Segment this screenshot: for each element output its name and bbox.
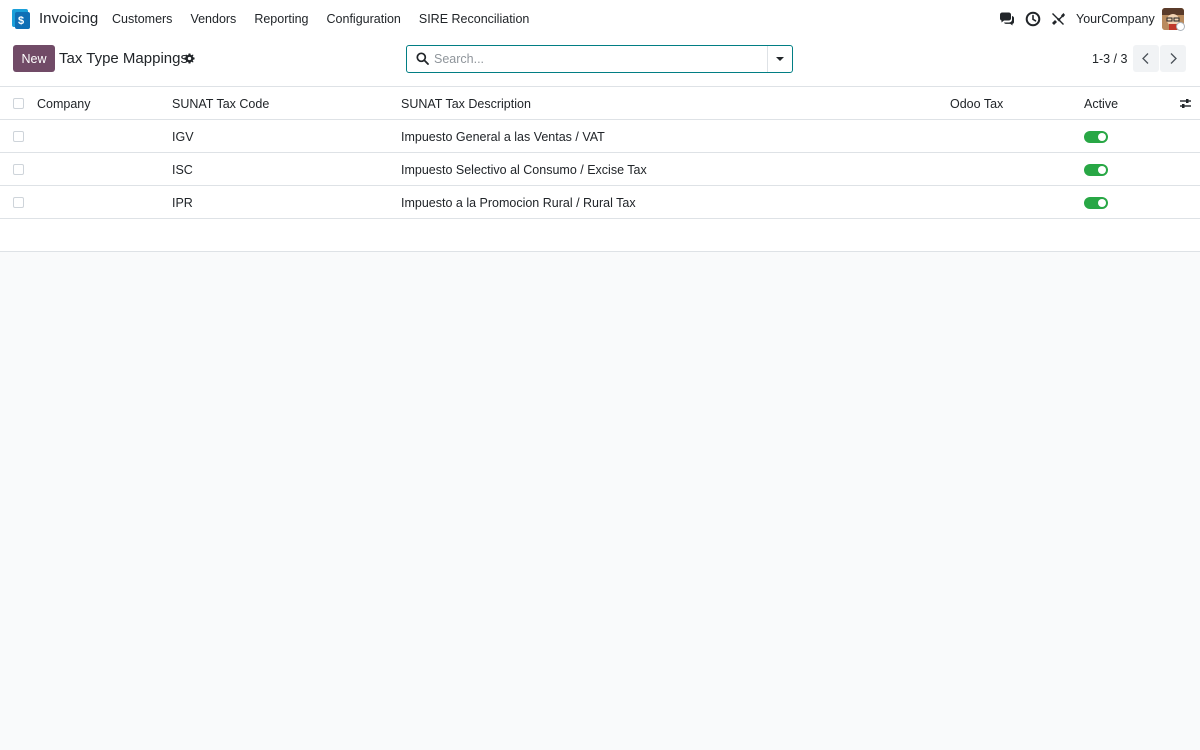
column-header-sunat-tax-description[interactable]: SUNAT Tax Description: [401, 97, 531, 111]
table-row[interactable]: IPR Impuesto a la Promocion Rural / Rura…: [0, 186, 1200, 219]
control-panel: New Tax Type Mappings 1-3 / 3: [0, 38, 1200, 86]
table-header-row: Company SUNAT Tax Code SUNAT Tax Descrip…: [0, 87, 1200, 120]
cell-sunat-tax-code: ISC: [172, 163, 193, 177]
pager-value[interactable]: 1-3 / 3: [1092, 52, 1127, 66]
search-input[interactable]: [434, 47, 764, 71]
top-navbar: $ Invoicing Customers Vendors Reporting …: [0, 0, 1200, 38]
new-button[interactable]: New: [13, 45, 55, 72]
menu-item-configuration[interactable]: Configuration: [327, 12, 401, 26]
table-row[interactable]: IGV Impuesto General a las Ventas / VAT: [0, 120, 1200, 153]
column-header-company[interactable]: Company: [37, 97, 91, 111]
caret-down-icon: [776, 57, 784, 61]
active-toggle[interactable]: [1084, 131, 1108, 143]
pager-previous-button[interactable]: [1133, 45, 1159, 72]
row-checkbox[interactable]: [13, 131, 24, 142]
svg-text:$: $: [18, 15, 24, 27]
cell-sunat-tax-description: Impuesto a la Promocion Rural / Rural Ta…: [401, 196, 636, 210]
menu-item-vendors[interactable]: Vendors: [190, 12, 236, 26]
cell-sunat-tax-code: IGV: [172, 130, 194, 144]
column-header-odoo-tax[interactable]: Odoo Tax: [950, 97, 1003, 111]
search-options-toggle[interactable]: [767, 46, 792, 72]
menu-item-reporting[interactable]: Reporting: [254, 12, 308, 26]
active-toggle[interactable]: [1084, 164, 1108, 176]
tax-mappings-table: Company SUNAT Tax Code SUNAT Tax Descrip…: [0, 86, 1200, 252]
company-switcher[interactable]: YourCompany: [1076, 12, 1155, 26]
pager-next-button[interactable]: [1160, 45, 1186, 72]
tools-icon[interactable]: [1050, 11, 1066, 27]
cell-sunat-tax-description: Impuesto Selectivo al Consumo / Excise T…: [401, 163, 647, 177]
gear-icon[interactable]: [184, 53, 195, 64]
search-icon: [416, 52, 429, 65]
optional-columns-icon[interactable]: [1179, 97, 1192, 110]
cell-sunat-tax-code: IPR: [172, 196, 193, 210]
row-checkbox[interactable]: [13, 197, 24, 208]
clock-icon[interactable]: [1025, 11, 1041, 27]
chevron-right-icon: [1170, 53, 1177, 64]
menu-item-customers[interactable]: Customers: [112, 12, 172, 26]
column-header-sunat-tax-code[interactable]: SUNAT Tax Code: [172, 97, 269, 111]
table-row[interactable]: ISC Impuesto Selectivo al Consumo / Exci…: [0, 153, 1200, 186]
select-all-checkbox[interactable]: [13, 98, 24, 109]
menu-item-sire-reconciliation[interactable]: SIRE Reconciliation: [419, 12, 529, 26]
search-box: [406, 45, 793, 73]
row-checkbox[interactable]: [13, 164, 24, 175]
page-title: Tax Type Mappings: [59, 50, 188, 67]
chevron-left-icon: [1142, 53, 1149, 64]
column-header-active[interactable]: Active: [1084, 97, 1118, 111]
invoicing-app-icon[interactable]: $: [12, 9, 30, 29]
user-status-indicator: [1176, 22, 1185, 31]
chat-icon[interactable]: [999, 11, 1015, 27]
main-menu: Customers Vendors Reporting Configuratio…: [112, 12, 547, 26]
app-name[interactable]: Invoicing: [39, 10, 98, 27]
cell-sunat-tax-description: Impuesto General a las Ventas / VAT: [401, 130, 605, 144]
active-toggle[interactable]: [1084, 197, 1108, 209]
